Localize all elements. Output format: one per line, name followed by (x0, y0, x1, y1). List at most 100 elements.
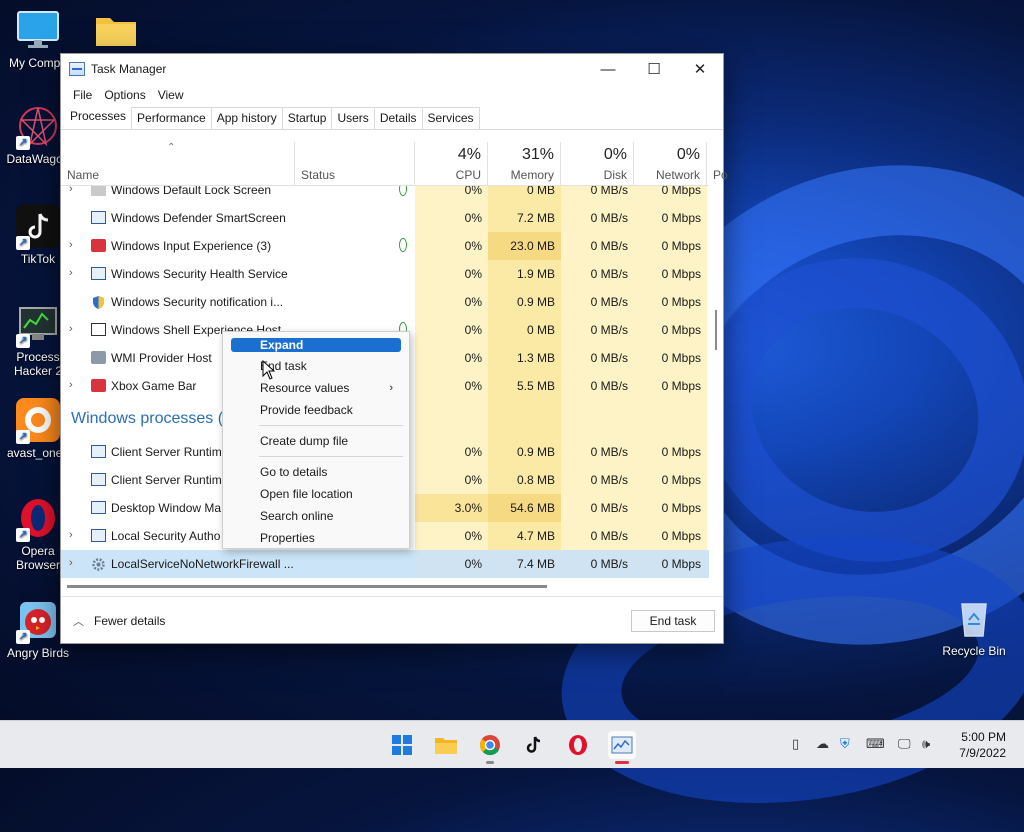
chevron-right-icon[interactable]: › (69, 239, 73, 251)
active-indicator (615, 761, 629, 764)
column-power[interactable]: Po (707, 142, 728, 186)
chevron-right-icon[interactable]: › (69, 323, 73, 335)
notes-icon[interactable]: ▯ (792, 736, 799, 752)
taskbar-opera[interactable] (564, 731, 592, 759)
system-clock[interactable]: 5:00 PM 7/9/2022 (959, 729, 1006, 761)
clock-date: 7/9/2022 (959, 746, 1006, 760)
chevron-up-icon: ︿ (73, 616, 84, 628)
close-button[interactable]: ✕ (677, 54, 723, 84)
chrome-icon (480, 735, 500, 756)
clock-time: 5:00 PM (961, 730, 1006, 744)
end-task-button[interactable]: End task (631, 610, 715, 632)
mouse-cursor-icon (262, 359, 276, 385)
table-row-selected[interactable]: › LocalServiceNoNetworkFirewall ... 0% 7… (61, 550, 709, 578)
chevron-right-icon[interactable]: › (69, 186, 73, 195)
menu-options[interactable]: Options (98, 88, 151, 102)
menu-separator (259, 425, 403, 426)
desktop-icon-folder[interactable] (78, 8, 154, 56)
taskbar-tiktok[interactable] (520, 731, 548, 759)
lock-screen-icon (91, 186, 106, 196)
taskbar-chrome[interactable] (476, 731, 504, 764)
menu-file[interactable]: File (67, 88, 98, 102)
start-button[interactable] (388, 731, 416, 759)
menu-item-provide-feedback[interactable]: Provide feedback (231, 400, 401, 420)
taskbar-task-manager[interactable] (608, 731, 636, 764)
menu-item-properties[interactable]: Properties (231, 528, 401, 548)
menu-item-open-file-location[interactable]: Open file location (231, 484, 401, 504)
column-cpu[interactable]: 4% CPU (415, 142, 488, 186)
column-disk[interactable]: 0% Disk (561, 142, 634, 186)
network-icon[interactable]: 🖵 (898, 736, 911, 752)
horizontal-scrollbar[interactable] (67, 585, 547, 588)
menu-item-resource-values[interactable]: Resource values › (231, 378, 401, 398)
angry-birds-icon: ↗ (16, 598, 60, 644)
chevron-right-icon[interactable]: › (69, 379, 73, 391)
app-window-icon (91, 323, 106, 336)
shortcut-arrow-icon: ↗ (16, 334, 30, 348)
scrollbar-thumb[interactable] (715, 310, 717, 350)
monitor-icon (16, 8, 60, 52)
security-shield-icon[interactable]: ⛨ (840, 736, 850, 752)
app-window-icon (91, 445, 106, 458)
footer-bar: ︿ Fewer details End task (61, 596, 723, 644)
app-window-icon (91, 267, 106, 280)
tab-startup[interactable]: Startup (281, 107, 333, 129)
maximize-button[interactable]: ☐ (631, 54, 677, 84)
desktop-icon-recycle-bin[interactable]: Recycle Bin (936, 596, 1012, 658)
tab-users[interactable]: Users (331, 107, 375, 129)
title-bar[interactable]: Task Manager — ☐ ✕ (61, 54, 723, 84)
fewer-details-toggle[interactable]: ︿ Fewer details (73, 613, 165, 629)
menu-item-go-to-details[interactable]: Go to details (231, 462, 401, 482)
menu-item-search-online[interactable]: Search online (231, 506, 401, 526)
taskbar: ▯ ☁ ⛨ ⌨ 🖵 🕪 5:00 PM 7/9/2022 (0, 720, 1024, 768)
datawagon-icon: ↗ (16, 104, 60, 150)
volume-icon[interactable]: 🕪 (922, 736, 930, 752)
shortcut-arrow-icon: ↗ (16, 528, 30, 542)
tab-processes[interactable]: Processes (64, 105, 133, 129)
avast-icon: ↗ (16, 398, 60, 444)
app-window-icon (91, 211, 106, 224)
table-row[interactable]: › Windows Default Lock Screen 0% 0 MB 0 … (61, 186, 709, 204)
tab-app-history[interactable]: App history (210, 107, 283, 129)
table-row[interactable]: › Windows Input Experience (3) 0% 23.0 M… (61, 232, 709, 260)
column-name[interactable]: Name (61, 142, 295, 186)
window-title: Task Manager (91, 62, 167, 76)
shortcut-arrow-icon: ↗ (16, 236, 30, 250)
tab-services[interactable]: Services (421, 107, 480, 129)
column-memory[interactable]: 31% Memory (488, 142, 561, 186)
chevron-right-icon[interactable]: › (69, 557, 73, 569)
shield-icon (91, 295, 106, 309)
recycle-bin-icon (952, 596, 996, 640)
app-window-icon (91, 501, 106, 514)
taskbar-file-explorer[interactable] (432, 731, 460, 759)
tab-details[interactable]: Details (373, 107, 423, 129)
folder-icon (94, 8, 138, 52)
table-row[interactable]: Windows Defender SmartScreen 0% 7.2 MB 0… (61, 204, 709, 232)
column-status[interactable]: Status (295, 142, 415, 186)
task-manager-icon (611, 736, 633, 754)
minimize-button[interactable]: — (585, 54, 631, 84)
menu-item-end-task[interactable]: End task (231, 356, 401, 376)
gear-icon (91, 557, 106, 571)
tiktok-icon: ↗ (16, 204, 60, 250)
onedrive-icon[interactable]: ☁ (816, 736, 829, 752)
shortcut-arrow-icon: ↗ (16, 430, 30, 444)
menu-view[interactable]: View (152, 88, 190, 102)
tab-performance[interactable]: Performance (131, 107, 212, 129)
keyboard-icon[interactable]: ⌨ (866, 736, 885, 752)
menu-separator (259, 456, 403, 457)
chevron-right-icon[interactable]: › (69, 267, 73, 279)
table-row[interactable]: Windows Security notification i... 0% 0.… (61, 288, 709, 316)
app-window-icon (91, 529, 106, 542)
app-window-icon (91, 473, 106, 486)
xbox-game-bar-icon (91, 379, 106, 392)
tab-strip: Processes Performance App history Startu… (61, 105, 723, 130)
menu-item-expand[interactable]: Expand (231, 338, 401, 352)
menu-item-create-dump-file[interactable]: Create dump file (231, 431, 401, 451)
table-row[interactable]: › Windows Security Health Service 0% 1.9… (61, 260, 709, 288)
column-network[interactable]: 0% Network (634, 142, 707, 186)
vertical-scrollbar[interactable] (711, 186, 723, 582)
folder-icon (435, 738, 457, 754)
chevron-right-icon[interactable]: › (69, 529, 73, 541)
column-header: ⌃ Name Status 4% CPU 31% Memory 0% Disk … (61, 142, 728, 186)
